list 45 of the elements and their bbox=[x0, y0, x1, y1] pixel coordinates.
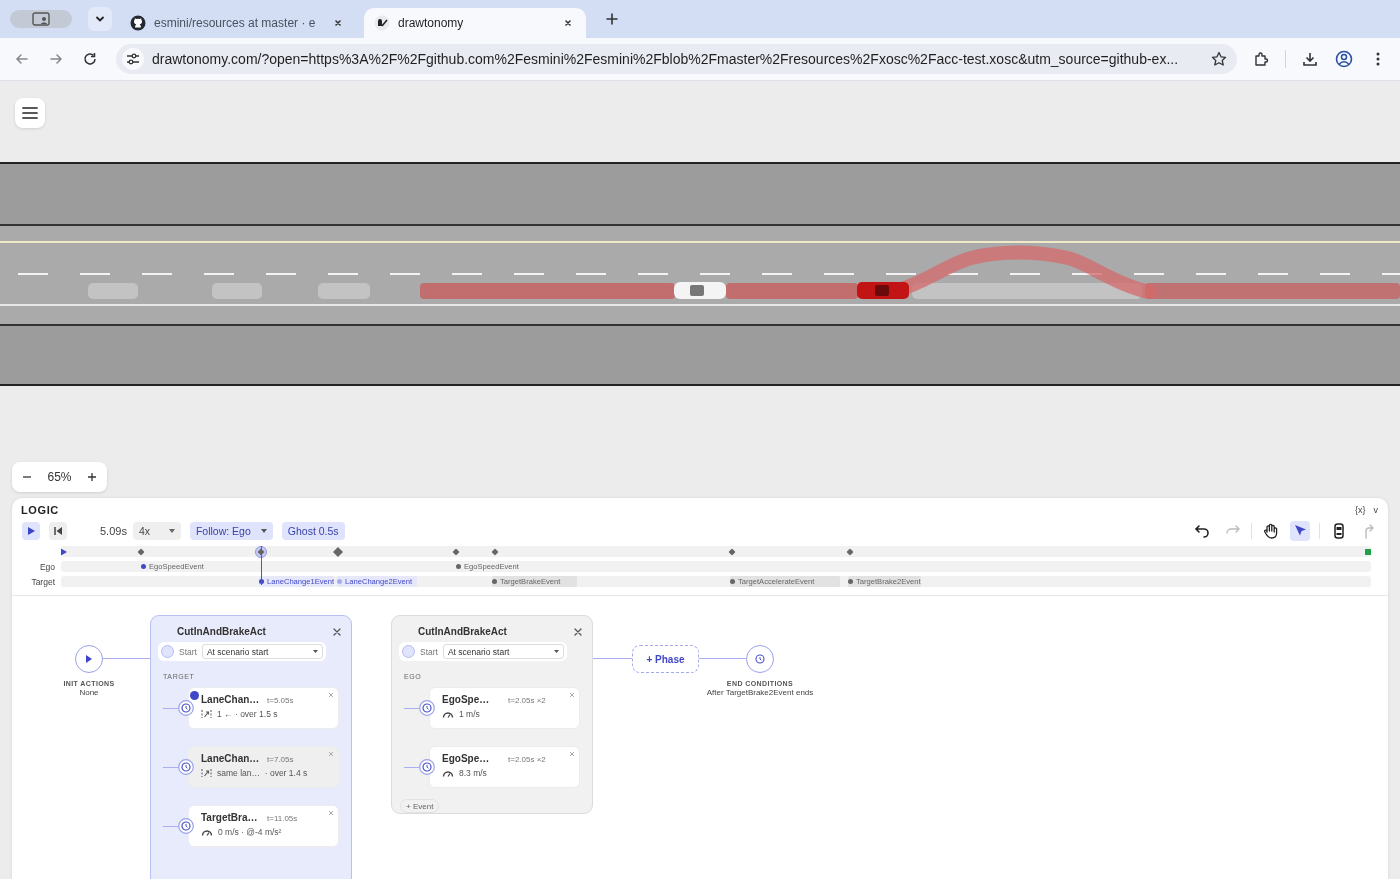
event-card[interactable]: EgoSpe… t=2.05s ×2 8.3 m/s bbox=[429, 746, 580, 788]
event-name: EgoSpe… bbox=[442, 694, 491, 705]
zoom-level: 65% bbox=[47, 470, 72, 484]
follow-dropdown[interactable]: Follow: Ego bbox=[189, 522, 273, 540]
event-detail: 1 ← · over 1.5 s bbox=[217, 709, 278, 719]
browser-tab[interactable]: drawtonomy bbox=[364, 8, 586, 38]
event-time: t=5.05s bbox=[267, 696, 294, 705]
ghost-toggle[interactable]: Ghost 0.5s bbox=[281, 522, 345, 540]
event-time: t=11.05s bbox=[267, 814, 298, 823]
act-title: CutInAndBrakeAct bbox=[177, 626, 267, 637]
speed-dropdown[interactable]: 4x bbox=[132, 522, 181, 540]
browser-tab[interactable]: esmini/resources at master · e bbox=[120, 8, 356, 38]
variables-button[interactable]: {x} bbox=[1355, 505, 1366, 515]
event-name: EgoSpe… bbox=[442, 753, 491, 764]
panel-title: LOGIC bbox=[21, 504, 60, 516]
start-dropdown[interactable]: At scenario start bbox=[201, 644, 323, 659]
event-time: t=2.05s ×2 bbox=[508, 696, 546, 705]
event-detail: 0 m/s · @-4 m/s² bbox=[218, 827, 282, 837]
event-detail: 1 m/s bbox=[459, 709, 480, 719]
start-label: Start bbox=[179, 646, 197, 657]
tab-title: drawtonomy bbox=[398, 16, 465, 30]
start-label: Start bbox=[420, 646, 438, 657]
track-label: Ego bbox=[38, 561, 56, 572]
event-card[interactable]: LaneChan… t=5.05s 1 ← · over 1.5 s bbox=[188, 687, 339, 729]
address-field[interactable]: drawtonomy.com/?open=https%3A%2F%2Fgithub.com%2Fesmini%2Fesmini%2Fblob%2Fmaster%2Fresources%2Fxosc%2Facc-test.xosc&utm_source=github-ex... bbox=[116, 44, 1237, 74]
track-label: Target bbox=[30, 576, 56, 587]
start-dropdown[interactable]: At scenario start bbox=[442, 644, 564, 659]
event-name: LaneChan… bbox=[201, 753, 261, 764]
add-event-button[interactable]: + Event bbox=[400, 799, 440, 813]
collapse-button[interactable]: v bbox=[1373, 505, 1378, 515]
add-phase-button[interactable]: + Phase bbox=[632, 645, 699, 673]
event-card[interactable]: LaneChan… t=7.05s same lan… · over 1.4 s bbox=[188, 746, 339, 788]
event-card[interactable]: EgoSpe… t=2.05s ×2 1 m/s bbox=[429, 687, 580, 729]
act-title: CutInAndBrakeAct bbox=[418, 626, 508, 637]
node-value: After TargetBrake2Event ends bbox=[706, 688, 814, 697]
event-time: t=2.05s ×2 bbox=[508, 755, 546, 764]
playback-time: 5.09s bbox=[100, 525, 127, 537]
event-card[interactable]: TargetBra… t=11.05s 0 m/s · @-4 m/s² bbox=[188, 805, 339, 847]
event-detail: same lan… · over 1.4 s bbox=[217, 768, 308, 778]
event-detail: 8.3 m/s bbox=[459, 768, 487, 778]
event-name: TargetBra… bbox=[201, 812, 259, 823]
event-time: t=7.05s bbox=[267, 755, 294, 764]
node-value: None bbox=[79, 688, 99, 697]
event-name: LaneChan… bbox=[201, 694, 261, 705]
tab-title: esmini/resources at master · e bbox=[154, 16, 317, 30]
